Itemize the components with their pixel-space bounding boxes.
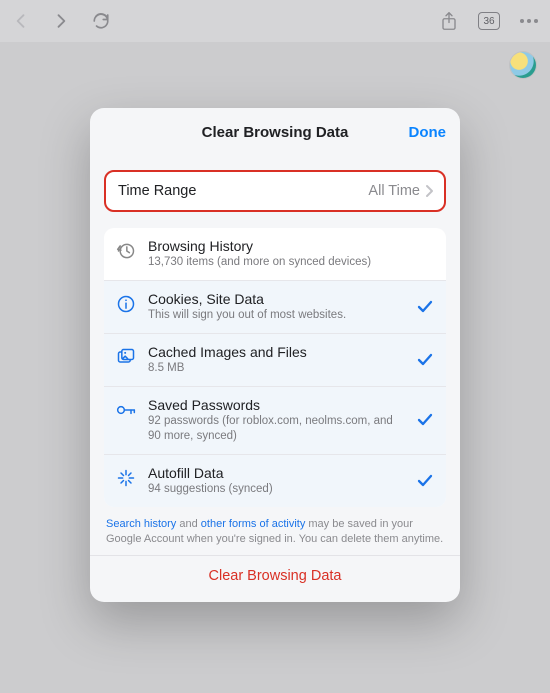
reload-icon[interactable]: [90, 10, 112, 32]
autofill-icon: [114, 466, 138, 490]
option-title: Browsing History: [148, 238, 408, 254]
images-icon: [114, 345, 138, 369]
option-cached[interactable]: Cached Images and Files 8.5 MB: [104, 333, 446, 386]
option-title: Saved Passwords: [148, 397, 408, 413]
option-browsing-history[interactable]: Browsing History 13,730 items (and more …: [104, 228, 446, 280]
option-title: Autofill Data: [148, 465, 408, 481]
avatar[interactable]: [510, 52, 536, 78]
option-cookies[interactable]: Cookies, Site Data This will sign you ou…: [104, 280, 446, 333]
option-subtitle: 94 suggestions (synced): [148, 482, 408, 497]
time-range-label: Time Range: [118, 183, 196, 199]
tab-count-value: 36: [483, 16, 494, 27]
options-list: Browsing History 13,730 items (and more …: [104, 228, 446, 507]
info-icon: [114, 292, 138, 316]
browser-toolbar: 36: [0, 0, 550, 42]
option-subtitle: This will sign you out of most websites.: [148, 308, 408, 323]
time-range-row[interactable]: Time Range All Time: [104, 170, 446, 212]
option-title: Cached Images and Files: [148, 344, 408, 360]
forward-icon[interactable]: [50, 10, 72, 32]
share-icon[interactable]: [438, 10, 460, 32]
option-autofill[interactable]: Autofill Data 94 suggestions (synced): [104, 454, 446, 507]
option-passwords[interactable]: Saved Passwords 92 passwords (for roblox…: [104, 386, 446, 454]
checkmark-icon: [416, 474, 434, 488]
footnote: Search history and other forms of activi…: [106, 517, 444, 548]
clear-browsing-data-modal: Clear Browsing Data Done Time Range All …: [90, 108, 460, 602]
back-icon[interactable]: [10, 10, 32, 32]
option-subtitle: 92 passwords (for roblox.com, neolms.com…: [148, 414, 408, 444]
chevron-right-icon: [424, 184, 434, 198]
modal-header: Clear Browsing Data Done: [90, 108, 460, 156]
time-range-value: All Time: [368, 183, 420, 199]
done-button[interactable]: Done: [409, 108, 447, 156]
key-icon: [114, 398, 138, 422]
option-title: Cookies, Site Data: [148, 291, 408, 307]
checkmark-icon: [416, 353, 434, 367]
search-history-link[interactable]: Search history: [106, 518, 176, 530]
clear-browsing-data-button[interactable]: Clear Browsing Data: [90, 556, 460, 594]
option-subtitle: 8.5 MB: [148, 361, 408, 376]
history-icon: [114, 239, 138, 263]
tab-count-badge[interactable]: 36: [478, 12, 500, 30]
option-subtitle: 13,730 items (and more on synced devices…: [148, 255, 408, 270]
checkmark-icon: [416, 413, 434, 427]
footnote-text: and: [176, 518, 200, 530]
checkmark-icon: [416, 300, 434, 314]
more-icon[interactable]: [518, 10, 540, 32]
other-activity-link[interactable]: other forms of activity: [201, 518, 306, 530]
modal-title: Clear Browsing Data: [202, 124, 349, 141]
